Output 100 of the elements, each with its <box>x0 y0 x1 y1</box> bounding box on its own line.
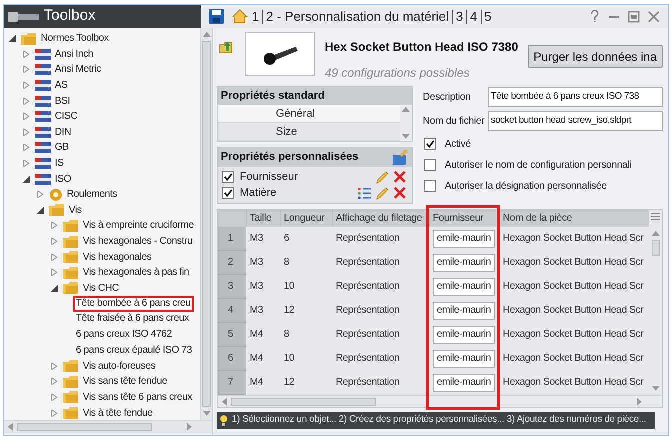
table-input-field[interactable]: emile-maurin <box>433 254 496 272</box>
folder-arrow-icon[interactable] <box>219 40 233 54</box>
table-input-field[interactable]: emile-maurin <box>433 302 496 320</box>
expand-arrow-icon[interactable] <box>51 269 58 276</box>
expand-arrow-icon[interactable] <box>23 128 30 136</box>
tree-item[interactable]: Vis sans tête fendue <box>83 374 168 390</box>
delete-icon[interactable] <box>394 171 406 183</box>
column-header[interactable]: Fournisseur <box>429 210 499 227</box>
table-input-field[interactable]: emile-maurin <box>433 230 496 248</box>
collapse-arrow-icon[interactable] <box>51 284 58 292</box>
up-arrow-icon[interactable] <box>402 107 410 112</box>
step-tab[interactable]: 4 <box>470 6 478 26</box>
horizontal-scrollbar[interactable] <box>218 395 662 407</box>
column-header[interactable]: Nom de la pièce <box>499 210 649 227</box>
expand-arrow-icon[interactable] <box>23 113 30 120</box>
expand-arrow-icon[interactable] <box>23 50 30 58</box>
pencil-icon[interactable] <box>376 186 389 200</box>
checkbox[interactable] <box>424 180 436 192</box>
tree-item[interactable]: Ansi Metric <box>55 62 102 78</box>
step-tab[interactable]: 5 <box>484 6 492 26</box>
tree-item[interactable]: Vis <box>69 202 82 218</box>
delete-icon[interactable] <box>394 187 406 199</box>
tree-item[interactable]: Normes Toolbox <box>41 31 109 46</box>
text-field[interactable]: Tête bombée à 6 pans creux ISO 738 <box>488 87 663 107</box>
right-arrow-icon[interactable] <box>637 398 642 406</box>
table-input-field[interactable]: emile-maurin <box>433 326 496 344</box>
tree-item[interactable]: Vis hexagonales à pas fin <box>83 265 190 280</box>
collapse-arrow-icon[interactable] <box>37 206 44 214</box>
left-arrow-icon[interactable] <box>8 423 13 431</box>
table-input-field[interactable]: emile-maurin <box>433 350 496 368</box>
table-input-field[interactable]: emile-maurin <box>433 278 496 296</box>
column-header[interactable]: Taille <box>246 210 280 227</box>
expand-arrow-icon[interactable] <box>23 66 30 74</box>
expand-arrow-icon[interactable] <box>51 394 58 401</box>
right-arrow-icon[interactable] <box>187 423 192 431</box>
pencil-icon[interactable] <box>376 170 389 184</box>
expand-arrow-icon[interactable] <box>23 160 30 168</box>
scrollbar-thumb[interactable] <box>652 240 660 256</box>
list-icon[interactable] <box>358 188 371 198</box>
tree-item[interactable]: Vis sans tête 6 pans creux <box>83 390 192 405</box>
expand-arrow-icon[interactable] <box>51 410 58 417</box>
tree-item[interactable]: CISC <box>55 109 78 124</box>
collapse-arrow-icon[interactable] <box>9 35 16 42</box>
table-input-field[interactable]: emile-maurin <box>433 374 496 392</box>
horizontal-scrollbar[interactable] <box>4 420 212 433</box>
expand-arrow-icon[interactable] <box>51 254 58 261</box>
expand-arrow-icon[interactable] <box>51 222 58 230</box>
list-item[interactable]: Général <box>218 105 400 123</box>
tree-item[interactable]: DIN <box>55 124 72 140</box>
tree-item[interactable]: Vis hexagonales <box>83 250 152 265</box>
checkbox[interactable] <box>222 187 234 199</box>
expand-arrow-icon[interactable] <box>51 378 58 386</box>
expand-arrow-icon[interactable] <box>23 82 30 90</box>
column-header[interactable]: Affichage du filetage <box>332 210 429 227</box>
tree-item[interactable]: Vis hexagonales - Constru <box>83 234 193 250</box>
help-icon[interactable] <box>590 10 600 23</box>
close-icon[interactable] <box>648 10 660 22</box>
checkbox[interactable] <box>424 159 436 171</box>
expand-arrow-icon[interactable] <box>23 98 30 105</box>
tree-item[interactable]: GB <box>55 140 69 156</box>
tree-item[interactable]: BSI <box>55 94 70 109</box>
purge-button[interactable]: Purger les données ina <box>528 45 663 68</box>
home-icon[interactable] <box>232 9 248 24</box>
expand-arrow-icon[interactable] <box>37 191 44 198</box>
vertical-scrollbar[interactable] <box>200 28 212 420</box>
checkbox[interactable] <box>222 171 234 183</box>
tree-item[interactable]: Roulements <box>67 187 118 202</box>
save-icon[interactable] <box>209 9 224 24</box>
tree-item[interactable]: Vis auto-foreuses <box>83 358 156 374</box>
up-arrow-icon[interactable] <box>202 32 210 37</box>
expand-arrow-icon[interactable] <box>51 238 58 246</box>
down-arrow-icon[interactable] <box>652 386 660 391</box>
tree-item[interactable]: Tête fraisée à 6 pans creux <box>73 311 192 328</box>
tree-item[interactable]: IS <box>55 156 64 172</box>
tree-item[interactable]: 6 pans creux ISO 4762 <box>73 327 175 344</box>
list-scrollbar[interactable] <box>400 105 412 141</box>
tree-item[interactable]: Vis CHC <box>83 280 120 296</box>
tree-item[interactable]: Tête bombée à 6 pans creu <box>73 296 194 312</box>
restore-icon[interactable] <box>628 10 640 22</box>
step-tab[interactable]: 2 - Personnalisation du matériel <box>266 6 450 26</box>
tree-item[interactable]: AS <box>55 78 68 94</box>
text-field[interactable]: socket button head screw_iso.sldprt <box>488 111 663 131</box>
checkbox[interactable] <box>424 138 436 150</box>
add-property-icon[interactable] <box>392 150 409 166</box>
tree-item[interactable]: Ansi Inch <box>55 46 94 62</box>
tree-item[interactable]: Vis à tête fendue <box>83 406 153 420</box>
expand-arrow-icon[interactable] <box>51 362 58 370</box>
down-arrow-icon[interactable] <box>202 411 210 416</box>
tree-item[interactable]: 6 pans creux épaulé ISO 73 <box>73 342 196 359</box>
tree-item[interactable]: ISO <box>55 172 72 187</box>
left-arrow-icon[interactable] <box>222 398 227 406</box>
down-arrow-icon[interactable] <box>402 134 410 139</box>
up-arrow-icon[interactable] <box>652 231 660 236</box>
list-item[interactable]: Size <box>218 123 400 141</box>
collapse-arrow-icon[interactable] <box>23 176 30 183</box>
step-tab[interactable]: 3 <box>456 6 464 26</box>
column-menu-icon[interactable] <box>651 213 660 223</box>
column-header[interactable]: Longueur <box>280 210 332 227</box>
expand-arrow-icon[interactable] <box>23 144 30 152</box>
step-tab[interactable]: 1 <box>252 6 260 26</box>
